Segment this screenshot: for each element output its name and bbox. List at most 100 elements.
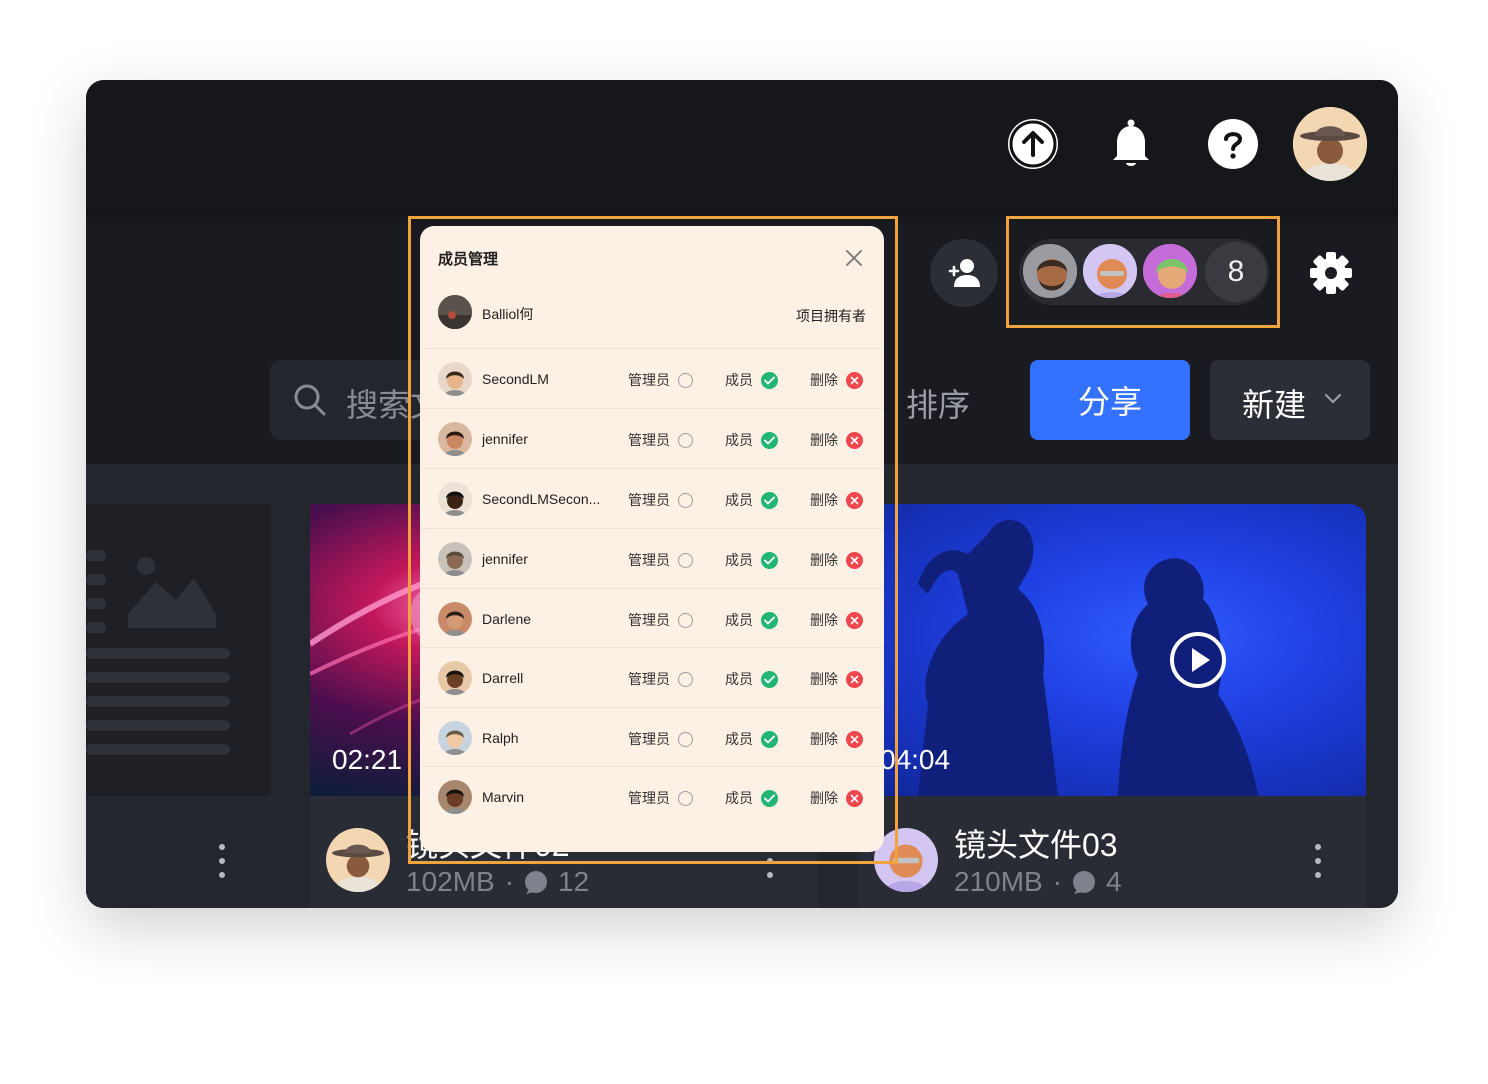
member-row: Marvin 管理员 成员 删除 <box>420 766 884 826</box>
placeholder-line <box>86 720 230 731</box>
remove-label: 删除 <box>810 612 838 628</box>
chevron-down-icon <box>1324 393 1342 404</box>
role-member-option[interactable]: 成员 <box>725 490 778 510</box>
radio-unchecked-icon[interactable] <box>678 671 693 687</box>
owner-row: Balliol何 项目拥有者 <box>420 288 884 344</box>
remove-member-option[interactable]: 删除 <box>810 669 863 689</box>
remove-member-option[interactable]: 删除 <box>810 550 863 570</box>
check-icon[interactable] <box>761 611 778 629</box>
remove-member-option[interactable]: 删除 <box>810 610 863 630</box>
member-name: jennifer <box>482 551 528 567</box>
placeholder-card-footer <box>86 796 270 908</box>
remove-label: 删除 <box>810 372 838 388</box>
file-size: 102MB <box>406 866 495 897</box>
admin-label: 管理员 <box>628 790 670 806</box>
role-admin-option[interactable]: 管理员 <box>628 610 693 630</box>
member-row: jennifer 管理员 成员 删除 <box>420 528 884 588</box>
remove-icon[interactable] <box>846 551 863 569</box>
gear-icon <box>1310 252 1352 294</box>
file-title[interactable]: 镜头文件03 <box>954 820 1118 866</box>
video-thumbnail[interactable]: 04:04 <box>858 504 1366 796</box>
radio-unchecked-icon[interactable] <box>678 432 693 448</box>
remove-icon[interactable] <box>846 431 863 449</box>
member-label: 成员 <box>725 432 753 448</box>
role-admin-option[interactable]: 管理员 <box>628 550 693 570</box>
role-admin-option[interactable]: 管理员 <box>628 788 693 808</box>
role-admin-option[interactable]: 管理员 <box>628 370 693 390</box>
role-member-option[interactable]: 成员 <box>725 610 778 630</box>
role-member-option[interactable]: 成员 <box>725 788 778 808</box>
radio-unchecked-icon[interactable] <box>678 731 693 747</box>
play-icon[interactable] <box>1168 630 1228 690</box>
remove-icon[interactable] <box>846 371 863 389</box>
remove-icon[interactable] <box>846 670 863 688</box>
share-button[interactable]: 分享 <box>1030 360 1190 440</box>
notification-button[interactable] <box>1106 118 1156 170</box>
remove-member-option[interactable]: 删除 <box>810 430 863 450</box>
remove-icon[interactable] <box>846 611 863 629</box>
check-icon[interactable] <box>761 730 778 748</box>
close-icon[interactable] <box>844 248 864 268</box>
owner-avatar <box>438 295 472 329</box>
more-options-icon[interactable] <box>1314 844 1322 884</box>
file-meta: 102MB · 12 <box>406 866 589 898</box>
owner-avatar <box>326 828 390 892</box>
role-member-option[interactable]: 成员 <box>725 550 778 570</box>
admin-label: 管理员 <box>628 552 670 568</box>
help-button[interactable] <box>1208 119 1258 169</box>
placeholder-line <box>86 598 106 609</box>
placeholder-line <box>86 744 230 755</box>
user-avatar[interactable] <box>1293 107 1367 181</box>
role-member-option[interactable]: 成员 <box>725 370 778 390</box>
role-member-option[interactable]: 成员 <box>725 669 778 689</box>
member-avatar <box>438 482 472 516</box>
radio-unchecked-icon[interactable] <box>678 790 693 806</box>
check-icon[interactable] <box>761 491 778 509</box>
remove-icon[interactable] <box>846 730 863 748</box>
radio-unchecked-icon[interactable] <box>678 612 693 628</box>
role-admin-option[interactable]: 管理员 <box>628 669 693 689</box>
check-icon[interactable] <box>761 371 778 389</box>
member-avatars-group[interactable]: 8 <box>1006 216 1280 328</box>
new-button[interactable]: 新建 <box>1210 360 1370 440</box>
radio-unchecked-icon[interactable] <box>678 492 693 508</box>
member-row: Darlene 管理员 成员 删除 <box>420 588 884 648</box>
remove-icon[interactable] <box>846 789 863 807</box>
invite-member-button[interactable] <box>930 239 998 307</box>
role-admin-option[interactable]: 管理员 <box>628 729 693 749</box>
member-count-badge[interactable]: 8 <box>1205 242 1267 302</box>
check-icon[interactable] <box>761 670 778 688</box>
radio-unchecked-icon[interactable] <box>678 552 693 568</box>
role-admin-option[interactable]: 管理员 <box>628 430 693 450</box>
upload-button[interactable] <box>1008 119 1058 169</box>
radio-unchecked-icon[interactable] <box>678 372 693 388</box>
remove-member-option[interactable]: 删除 <box>810 370 863 390</box>
check-icon[interactable] <box>761 789 778 807</box>
remove-member-option[interactable]: 删除 <box>810 490 863 510</box>
member-name: SecondLM <box>482 371 549 387</box>
role-admin-option[interactable]: 管理员 <box>628 490 693 510</box>
member-name: Marvin <box>482 789 525 805</box>
remove-icon[interactable] <box>846 491 863 509</box>
help-icon <box>1210 121 1256 167</box>
member-label: 成员 <box>725 372 753 388</box>
role-member-option[interactable]: 成员 <box>725 729 778 749</box>
sort-button[interactable]: 排序 <box>906 380 970 426</box>
placeholder-line <box>86 622 106 633</box>
settings-button[interactable] <box>1306 248 1356 298</box>
cowboy-hat-avatar-icon <box>1293 107 1367 181</box>
file-size: 210MB <box>954 866 1043 897</box>
placeholder-line <box>86 696 230 707</box>
file-card-footer[interactable]: 镜头文件03 210MB · 4 <box>858 796 1366 908</box>
check-icon[interactable] <box>761 551 778 569</box>
member-avatars-pill[interactable]: 8 <box>1019 239 1269 305</box>
more-options-icon[interactable] <box>218 844 226 884</box>
role-member-option[interactable]: 成员 <box>725 430 778 450</box>
remove-member-option[interactable]: 删除 <box>810 788 863 808</box>
comment-count: 12 <box>558 866 590 897</box>
new-button-label: 新建 <box>1242 387 1307 423</box>
member-avatar <box>1021 242 1079 300</box>
check-icon[interactable] <box>761 431 778 449</box>
remove-member-option[interactable]: 删除 <box>810 729 863 749</box>
member-name: SecondLMSecon... <box>482 491 601 507</box>
